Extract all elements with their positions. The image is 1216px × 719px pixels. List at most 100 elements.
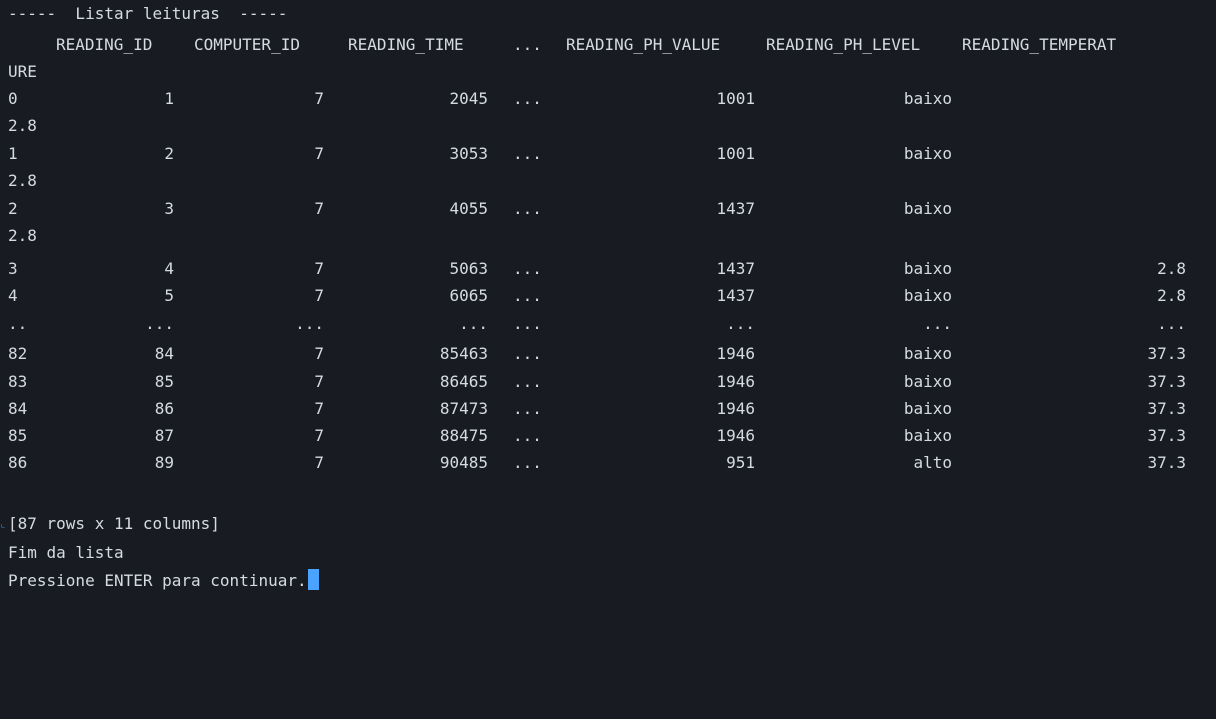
row-reading-time: 6065 [449,286,488,305]
row-temperature: 2.8 [8,226,37,245]
row-computer-id: 7 [314,144,324,163]
row-computer-id: 7 [314,89,324,108]
header-ph-value: READING_PH_VALUE [566,35,721,54]
row-ellipsis: ... [513,314,542,333]
row-index: 3 [8,259,18,278]
row-reading-id: 3 [164,199,174,218]
row-ph-level: baixo [903,344,952,363]
header-temperature: READING_TEMPERAT [962,35,1117,54]
row-ellipsis: ... [513,286,542,305]
row-ph-value: 1437 [716,259,755,278]
row-temperature: 37.3 [1147,344,1186,363]
row-reading-time: 3053 [449,144,488,163]
gutter-marker-icon: ⌞ [0,519,7,530]
terminal-window[interactable]: ----- Listar leituras ----- READING_ID C… [0,0,1216,606]
row-temperature: 37.3 [1147,426,1186,445]
table-row-wrap: 2.8 [0,222,1216,249]
row-ellipsis: ... [513,344,542,363]
row-temperature: ... [1157,314,1186,333]
row-index: 83 [8,372,28,391]
row-reading-time: 4055 [449,199,488,218]
row-reading-id: 4 [164,259,174,278]
table-row-wrap: 2.8 [0,167,1216,194]
row-reading-time: 85463 [439,344,488,363]
row-ph-value: 1437 [716,199,755,218]
table-row-wrap: 2.8 [0,112,1216,139]
row-ellipsis: ... [513,426,542,445]
row-reading-id: 89 [154,453,174,472]
summary-text: [87 rows x 11 columns] [8,514,220,533]
table-row: 83 85 7 86465 ... 1946 baixo 37.3 [0,368,1216,395]
row-reading-time: 2045 [449,89,488,108]
row-ellipsis: ... [513,144,542,163]
row-computer-id: 7 [314,426,324,445]
text-cursor [307,569,319,590]
row-index: 1 [8,144,18,163]
table-header: READING_ID COMPUTER_ID READING_TIME ... … [0,31,1216,58]
prompt-line[interactable]: Pressione ENTER para continuar. [0,567,1216,594]
row-temperature: 2.8 [8,116,37,135]
row-ellipsis: ... [513,399,542,418]
row-ph-value: ... [726,314,755,333]
row-computer-id: 7 [314,259,324,278]
table-row: 82 84 7 85463 ... 1946 baixo 37.3 [0,340,1216,367]
table-row: 2 3 7 4055 ... 1437 baixo [0,195,1216,222]
table-row: 85 87 7 88475 ... 1946 baixo 37.3 [0,422,1216,449]
row-ph-level: baixo [903,399,952,418]
row-temperature: 2.8 [8,171,37,190]
row-ph-level: alto [913,453,952,472]
row-index: .. [8,314,28,333]
row-reading-id: 84 [154,344,174,363]
row-ph-level: baixo [903,199,952,218]
table-header-wrap: URE [0,58,1216,85]
row-temperature: 37.3 [1147,399,1186,418]
row-index: 2 [8,199,18,218]
title-line: ----- Listar leituras ----- [0,0,1216,27]
row-ph-value: 1001 [716,144,755,163]
row-reading-id: 85 [154,372,174,391]
row-computer-id: 7 [314,344,324,363]
table-row-ellipsis: .. ... ... ... ... ... ... ... [0,310,1216,337]
row-index: 84 [8,399,28,418]
row-ph-value: 1946 [716,399,755,418]
row-reading-id: 1 [164,89,174,108]
header-computer-id: COMPUTER_ID [194,35,300,54]
row-ph-level: baixo [903,89,952,108]
table-row: 1 2 7 3053 ... 1001 baixo [0,140,1216,167]
table-row: 3 4 7 5063 ... 1437 baixo 2.8 [0,255,1216,282]
header-reading-id: READING_ID [56,35,153,54]
row-reading-time: ... [459,314,488,333]
row-reading-time: 88475 [439,426,488,445]
row-ph-value: 1946 [716,372,755,391]
row-reading-time: 87473 [439,399,488,418]
end-message-line: Fim da lista [0,539,1216,566]
row-ph-value: 1437 [716,286,755,305]
row-temperature: 37.3 [1147,453,1186,472]
row-reading-id: 86 [154,399,174,418]
row-computer-id: 7 [314,453,324,472]
row-index: 85 [8,426,28,445]
row-ph-level: baixo [903,426,952,445]
row-reading-id: 2 [164,144,174,163]
row-ellipsis: ... [513,199,542,218]
row-computer-id: 7 [314,372,324,391]
row-ph-level: baixo [903,372,952,391]
row-reading-id: ... [145,314,174,333]
row-ph-value: 951 [726,453,755,472]
row-index: 86 [8,453,28,472]
prompt-label: Pressione ENTER para continuar. [8,571,307,590]
table-row: 4 5 7 6065 ... 1437 baixo 2.8 [0,282,1216,309]
table-row: 0 1 7 2045 ... 1001 baixo [0,85,1216,112]
row-temperature: 37.3 [1147,372,1186,391]
table-row: 86 89 7 90485 ... 951 alto 37.3 [0,449,1216,476]
row-index: 82 [8,344,28,363]
row-computer-id: ... [295,314,324,333]
row-reading-id: 5 [164,286,174,305]
row-computer-id: 7 [314,199,324,218]
row-temperature: 2.8 [1157,259,1186,278]
summary-line: ⌞ [87 rows x 11 columns] [0,510,1216,537]
table-row: 84 86 7 87473 ... 1946 baixo 37.3 [0,395,1216,422]
row-reading-time: 86465 [439,372,488,391]
prompt-text[interactable]: Pressione ENTER para continuar. [8,567,319,594]
row-temperature: 2.8 [1157,286,1186,305]
